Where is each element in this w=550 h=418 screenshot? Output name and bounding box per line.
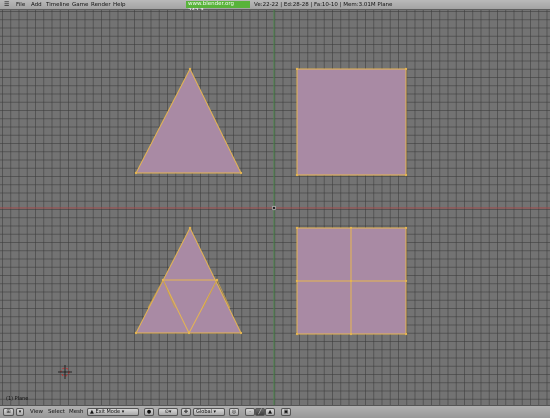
edge-select-icon[interactable]: ╱ (255, 408, 265, 416)
collapse-menu-icon[interactable]: ▾ (16, 408, 24, 416)
vertex-select-icon[interactable]: · (245, 408, 255, 416)
menu-render[interactable]: Render (91, 2, 111, 8)
mesh-triangle-face[interactable] (135, 67, 242, 174)
menu-view[interactable]: View (30, 408, 43, 416)
mesh-square-face[interactable] (296, 68, 407, 176)
mode-label: Exit Mode (95, 409, 121, 415)
menu-select[interactable]: Select (48, 408, 65, 416)
menu-game[interactable]: Game (72, 2, 88, 8)
menu-timeline[interactable]: Timeline (46, 2, 69, 8)
manipulator-toggle-icon[interactable]: ✥ (181, 408, 191, 416)
3d-viewport[interactable]: (1) Plane (0, 10, 550, 405)
window-menu-icon[interactable]: ☰ (4, 1, 9, 8)
occlude-background-icon[interactable]: ▣ (281, 408, 291, 416)
face-select-icon[interactable]: ▲ (265, 408, 275, 416)
layer-icon[interactable]: ◎ (229, 408, 239, 416)
info-header: ☰ File Add Timeline Game Render Help www… (0, 0, 550, 14)
pivot-select[interactable]: ⊙▾ (158, 408, 178, 416)
viewport-canvas[interactable] (0, 10, 550, 405)
editor-type-icon[interactable]: ⊞ (3, 408, 14, 416)
menu-add[interactable]: Add (31, 2, 42, 8)
viewport-header: ⊞ ▾ View Select Mesh ▲ Exit Mode ▾ ● ⊙▾ … (0, 405, 550, 418)
orientation-label: Global (196, 409, 212, 415)
mode-select[interactable]: ▲ Exit Mode ▾ (87, 408, 139, 416)
draw-type-icon[interactable]: ● (144, 408, 154, 416)
menu-mesh[interactable]: Mesh (69, 408, 83, 416)
blender-site-label: www.blender.org 242.3 (186, 1, 250, 14)
menu-file[interactable]: File (16, 2, 25, 8)
scene-stats: Ve:22-22 | Ed:28-28 | Fa:10-10 | Mem:3.0… (254, 2, 393, 8)
menu-help[interactable]: Help (113, 2, 126, 8)
object-origin-icon[interactable] (271, 205, 277, 211)
3d-cursor-icon[interactable] (58, 365, 72, 379)
object-name-label: (1) Plane (6, 396, 29, 402)
orientation-select[interactable]: Global ▾ (193, 408, 225, 416)
